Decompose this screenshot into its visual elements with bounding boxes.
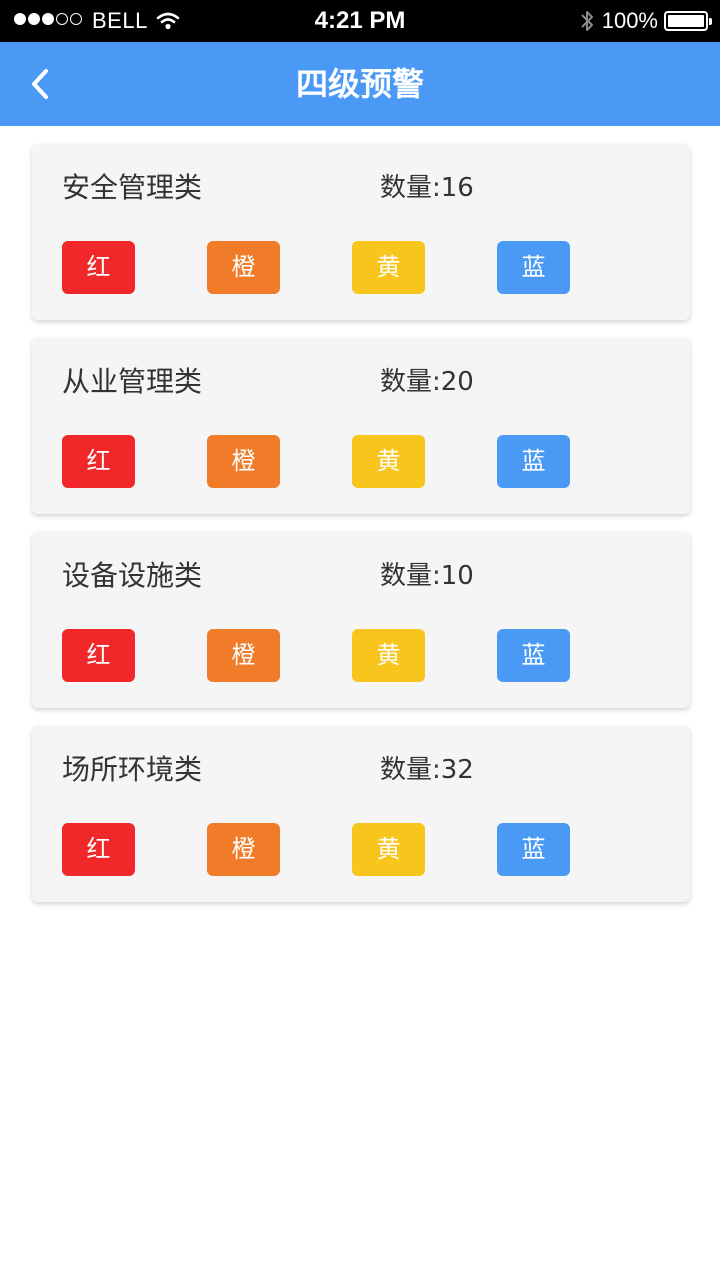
category-card: 从业管理类 数量:20 红 橙 黄 蓝 — [32, 338, 690, 514]
status-bar: BELL 4:21 PM 100% — [0, 0, 720, 42]
navigation-bar: 四级预警 — [0, 42, 720, 126]
battery-fill — [668, 15, 704, 27]
warning-level-buttons: 红橙黄蓝 — [62, 629, 570, 682]
category-card: 设备设施类 数量:10 红 橙 黄 蓝 — [32, 532, 690, 708]
category-title: 设备设施类 — [62, 559, 203, 592]
level-button-blue[interactable]: 蓝 — [497, 435, 570, 488]
status-bar-right: 100% — [580, 0, 712, 42]
category-count: 数量:32 — [380, 755, 474, 785]
level-button-yellow[interactable]: 黄 — [352, 435, 425, 488]
level-button-red[interactable]: 红 — [62, 241, 135, 294]
battery-icon — [664, 11, 712, 31]
warning-level-buttons: 红橙黄蓝 — [62, 241, 570, 294]
warning-category-list: 安全管理类 数量:16 红橙黄蓝从业管理类 数量:20 红橙黄蓝设备设施类 数量:10 红橙… — [32, 144, 690, 920]
level-button-blue[interactable]: 蓝 — [497, 629, 570, 682]
category-card: 安全管理类 数量:16 红 橙 黄 蓝 — [32, 144, 690, 320]
bluetooth-icon — [580, 9, 594, 33]
warning-level-buttons: 红橙黄蓝 — [62, 435, 570, 488]
page-title: 四级预警 — [295, 65, 424, 103]
level-button-red[interactable]: 红 — [62, 823, 135, 876]
level-button-yellow[interactable]: 黄 — [352, 241, 425, 294]
level-button-orange[interactable]: 橙 — [207, 241, 280, 294]
level-button-blue[interactable]: 蓝 — [497, 241, 570, 294]
level-button-red[interactable]: 红 — [62, 435, 135, 488]
level-button-orange[interactable]: 橙 — [207, 435, 280, 488]
category-title: 场所环境类 — [62, 753, 203, 786]
level-button-red[interactable]: 红 — [62, 629, 135, 682]
level-button-blue[interactable]: 蓝 — [497, 823, 570, 876]
level-button-orange[interactable]: 橙 — [207, 823, 280, 876]
battery-percentage: 100% — [601, 8, 658, 33]
level-button-orange[interactable]: 橙 — [207, 629, 280, 682]
category-count: 数量:10 — [380, 561, 474, 591]
category-card: 场所环境类 数量:32 红 橙 黄 蓝 — [32, 726, 690, 902]
level-button-yellow[interactable]: 黄 — [352, 823, 425, 876]
category-count: 数量:20 — [380, 367, 474, 397]
warning-level-buttons: 红橙黄蓝 — [62, 823, 570, 876]
category-title: 安全管理类 — [62, 171, 203, 204]
category-count: 数量:16 — [380, 173, 474, 203]
level-button-yellow[interactable]: 黄 — [352, 629, 425, 682]
category-title: 从业管理类 — [62, 365, 203, 398]
